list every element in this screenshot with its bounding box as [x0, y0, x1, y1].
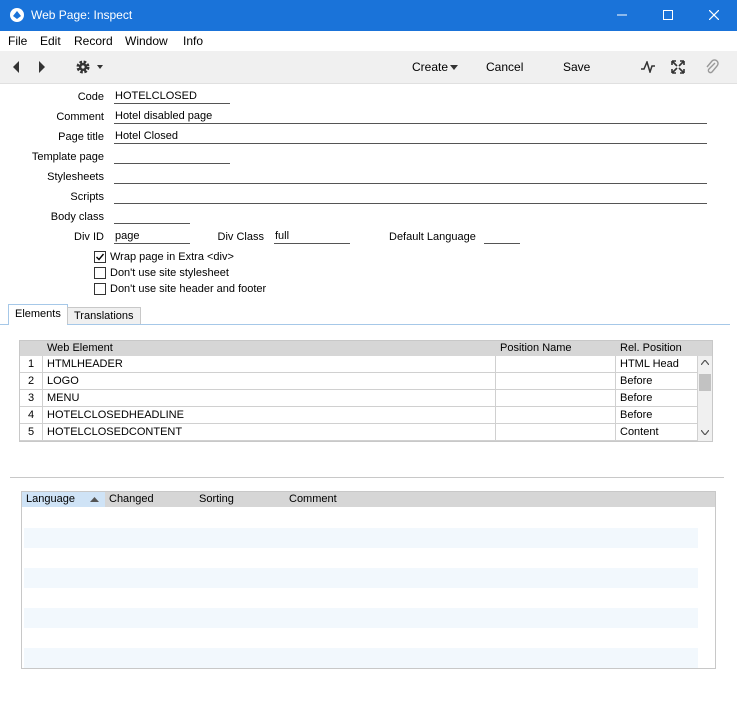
empty-row-stripe: [24, 608, 698, 628]
code-field[interactable]: HOTELCLOSED: [114, 90, 230, 104]
table-row-position-name[interactable]: [496, 373, 616, 390]
table-row-element[interactable]: MENU: [43, 390, 496, 407]
empty-row-stripe: [24, 528, 698, 548]
menu-edit[interactable]: Edit: [40, 34, 61, 48]
table-row-rel-position[interactable]: HTML Head: [616, 356, 698, 373]
grid-header-position-name[interactable]: Position Name: [496, 341, 616, 356]
gear-icon[interactable]: [75, 59, 105, 75]
no-header-footer-label: Don't use site header and footer: [110, 283, 267, 295]
table-row-position-name[interactable]: [496, 390, 616, 407]
table-row-element[interactable]: HOTELCLOSEDHEADLINE: [43, 407, 496, 424]
close-button[interactable]: [691, 0, 737, 31]
tab-translations[interactable]: Translations: [67, 307, 141, 324]
app-logo-icon: [10, 8, 24, 22]
comment-field[interactable]: Hotel disabled page: [114, 110, 707, 124]
table-row-position-name[interactable]: [496, 424, 616, 441]
tab-strip-line: [0, 324, 730, 325]
language-grid: Language Changed Sorting Comment: [21, 491, 716, 669]
next-record-icon[interactable]: [38, 60, 47, 74]
chevron-down-icon: [450, 65, 458, 70]
previous-record-icon[interactable]: [11, 60, 20, 74]
tab-elements[interactable]: Elements: [8, 304, 68, 325]
scroll-up-icon[interactable]: [701, 360, 709, 365]
minimize-button[interactable]: [599, 0, 645, 31]
stylesheets-label: Stylesheets: [47, 171, 104, 183]
row-number: 2: [20, 373, 43, 390]
grid-header-changed[interactable]: Changed: [105, 492, 195, 507]
page-title-label: Page title: [58, 131, 104, 143]
menu-window[interactable]: Window: [125, 34, 168, 48]
grid-header-comment[interactable]: Comment: [285, 492, 715, 507]
scripts-label: Scripts: [70, 191, 104, 203]
save-button[interactable]: Save: [563, 60, 590, 74]
template-page-field[interactable]: [114, 150, 230, 164]
default-language-label: Default Language: [389, 231, 476, 243]
menu-file[interactable]: File: [8, 34, 27, 48]
div-class-field[interactable]: full: [274, 230, 350, 244]
table-row-element[interactable]: LOGO: [43, 373, 496, 390]
elements-grid: Web Element Position Name Rel. Position …: [19, 340, 713, 442]
create-button[interactable]: Create: [412, 60, 448, 74]
wrap-page-checkbox[interactable]: [94, 251, 106, 263]
scroll-thumb[interactable]: [699, 374, 711, 391]
table-row-position-name[interactable]: [496, 356, 616, 373]
code-label: Code: [77, 91, 104, 103]
page-title-field[interactable]: Hotel Closed: [114, 130, 707, 144]
body-class-label: Body class: [50, 211, 104, 223]
table-row-rel-position[interactable]: Before: [616, 390, 698, 407]
table-row-rel-position[interactable]: Before: [616, 407, 698, 424]
no-header-footer-checkbox[interactable]: [94, 283, 106, 295]
row-number: 1: [20, 356, 43, 373]
grid-header-language[interactable]: Language: [22, 492, 105, 507]
scripts-field[interactable]: [114, 190, 707, 204]
grid-header-web-element[interactable]: Web Element: [43, 341, 496, 356]
sort-ascending-icon: [90, 497, 99, 502]
row-number: 3: [20, 390, 43, 407]
paperclip-icon[interactable]: [705, 59, 719, 75]
toolbar: Create Cancel Save: [0, 51, 737, 84]
stylesheets-field[interactable]: [114, 170, 707, 184]
menu-info[interactable]: Info: [183, 34, 203, 48]
table-row-rel-position[interactable]: Content: [616, 424, 698, 441]
empty-row-stripe: [24, 568, 698, 588]
scroll-down-icon[interactable]: [701, 430, 709, 435]
close-icon: [708, 9, 720, 21]
table-row-position-name[interactable]: [496, 407, 616, 424]
template-page-label: Template page: [31, 151, 104, 163]
title-bar: Web Page: Inspect: [0, 0, 737, 31]
no-stylesheet-label: Don't use site stylesheet: [110, 267, 229, 279]
menu-bar: File Edit Record Window Info: [0, 31, 737, 51]
comment-label: Comment: [56, 111, 104, 123]
wrap-page-label: Wrap page in Extra <div>: [110, 251, 234, 263]
cancel-button[interactable]: Cancel: [486, 60, 523, 74]
grid-header-rel-position[interactable]: Rel. Position: [616, 341, 712, 356]
table-row-element[interactable]: HTMLHEADER: [43, 356, 496, 373]
language-header-label: Language: [26, 493, 75, 505]
activity-icon[interactable]: [641, 61, 655, 73]
grid-header-sorting[interactable]: Sorting: [195, 492, 285, 507]
menu-record[interactable]: Record: [74, 34, 113, 48]
minimize-icon: [617, 14, 627, 16]
table-row-rel-position[interactable]: Before: [616, 373, 698, 390]
maximize-icon: [663, 10, 673, 20]
checkmark-icon: [96, 253, 105, 261]
default-language-field[interactable]: [484, 230, 520, 244]
div-id-label: Div ID: [74, 231, 104, 243]
window-title: Web Page: Inspect: [31, 8, 133, 22]
row-number: 5: [20, 424, 43, 441]
body-class-field[interactable]: [114, 210, 190, 224]
no-stylesheet-checkbox[interactable]: [94, 267, 106, 279]
div-class-label: Div Class: [217, 231, 264, 243]
section-divider: [10, 477, 724, 478]
expand-icon[interactable]: [671, 60, 685, 74]
maximize-button[interactable]: [645, 0, 691, 31]
row-number: 4: [20, 407, 43, 424]
grid-header-row-number: [20, 341, 43, 356]
table-row-element[interactable]: HOTELCLOSEDCONTENT: [43, 424, 496, 441]
empty-row-stripe: [24, 648, 698, 668]
grid-scrollbar[interactable]: [698, 356, 712, 441]
